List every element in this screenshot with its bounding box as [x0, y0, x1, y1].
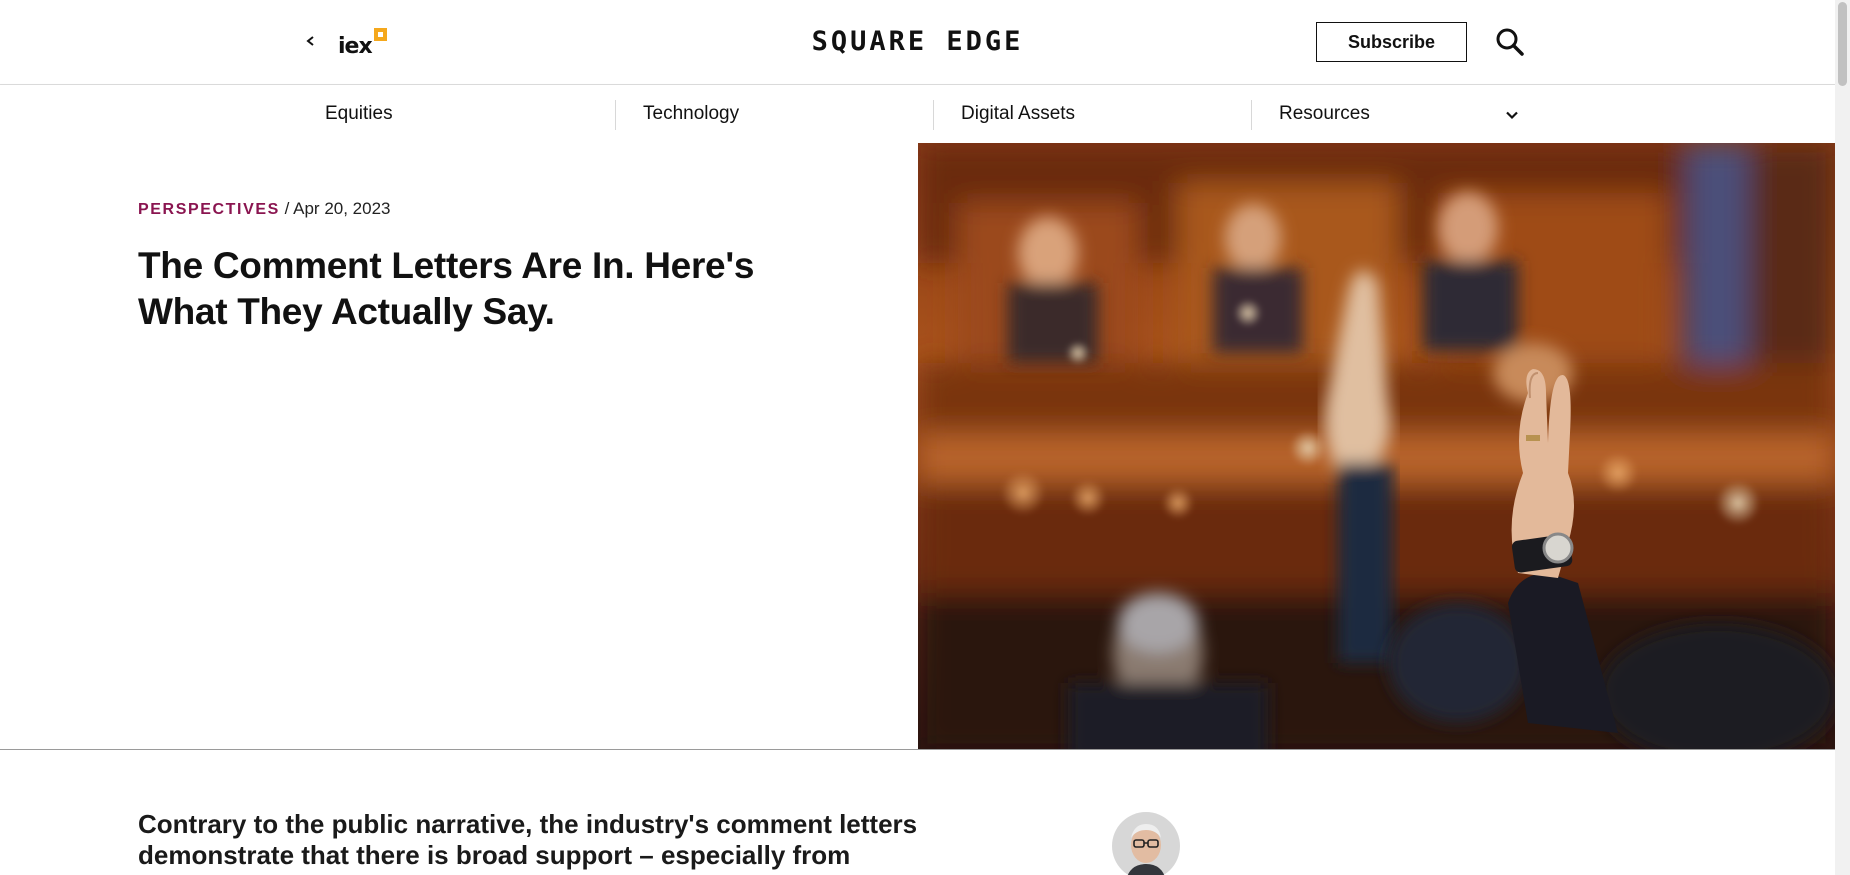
chevron-left-icon[interactable] [302, 30, 320, 52]
iex-logo[interactable]: iex [338, 26, 387, 58]
nav-item-technology[interactable]: Technology [643, 85, 739, 143]
nav-item-digital-assets[interactable]: Digital Assets [961, 85, 1075, 143]
iex-logo-square [373, 28, 387, 41]
site-header: iex SQUARE EDGE Subscribe [0, 0, 1835, 85]
article-date: Apr 20, 2023 [293, 199, 391, 218]
main-nav: Equities Technology Digital Assets Resou… [0, 85, 1835, 143]
search-icon[interactable] [1494, 26, 1526, 58]
article-lede: Contrary to the public narrative, the in… [138, 809, 918, 870]
brand-logo[interactable]: SQUARE EDGE [812, 26, 1024, 57]
chevron-down-icon[interactable] [1502, 105, 1522, 125]
iex-logo-text: iex [338, 34, 373, 59]
nav-item-equities[interactable]: Equities [325, 85, 393, 143]
article-title: The Comment Letters Are In. Here's What … [138, 245, 755, 332]
article-meta: PERSPECTIVES / Apr 20, 2023 [138, 199, 391, 219]
hero-text-panel [0, 143, 918, 750]
article-category[interactable]: PERSPECTIVES [138, 201, 280, 218]
subscribe-button[interactable]: Subscribe [1316, 22, 1467, 62]
hero-divider [0, 749, 1835, 750]
hero-image [918, 143, 1835, 750]
nav-divider [933, 100, 934, 130]
author-avatar[interactable] [1112, 812, 1180, 875]
nav-divider [615, 100, 616, 130]
courtroom-raised-hand-image [918, 143, 1835, 750]
page-scrollbar[interactable] [1835, 0, 1850, 875]
author-photo [1112, 812, 1180, 875]
nav-divider [1251, 100, 1252, 130]
scrollbar-thumb[interactable] [1838, 2, 1847, 86]
meta-separator: / [279, 199, 294, 218]
nav-item-resources[interactable]: Resources [1279, 85, 1370, 143]
